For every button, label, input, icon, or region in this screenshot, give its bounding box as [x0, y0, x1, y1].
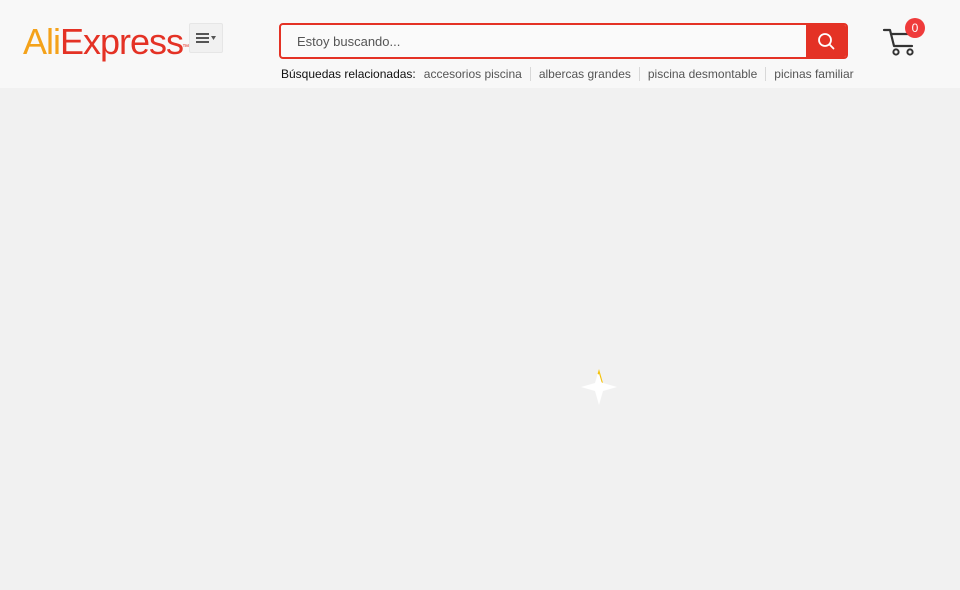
related-search-link[interactable]: accesorios piscina: [424, 67, 530, 81]
related-search-link[interactable]: picinas familiar: [765, 67, 861, 81]
main-content: [0, 88, 960, 590]
cart-count-badge: 0: [905, 18, 925, 38]
related-search-link[interactable]: piscina desmontable: [638, 67, 765, 81]
logo-trademark: ™: [182, 44, 190, 51]
cart-button[interactable]: 0: [880, 18, 928, 60]
related-searches: Búsquedas relacionadas: accesorios pisci…: [281, 66, 862, 82]
related-searches-label: Búsquedas relacionadas:: [281, 67, 416, 81]
search-bar: [279, 23, 848, 59]
site-header: AliExpress™ Búsquedas relacionadas: acce…: [0, 0, 960, 88]
hamburger-dropdown-icon: [196, 33, 216, 43]
loading-spinner-icon: [581, 369, 617, 405]
related-search-link[interactable]: albercas grandes: [529, 67, 639, 81]
category-menu-button[interactable]: [189, 23, 223, 53]
logo-ali-text: Ali: [23, 21, 61, 62]
logo-express-text: Express: [60, 21, 184, 62]
search-input[interactable]: [281, 25, 808, 57]
search-icon: [818, 33, 835, 50]
search-button[interactable]: [806, 25, 846, 57]
aliexpress-logo[interactable]: AliExpress ™: [23, 20, 189, 64]
